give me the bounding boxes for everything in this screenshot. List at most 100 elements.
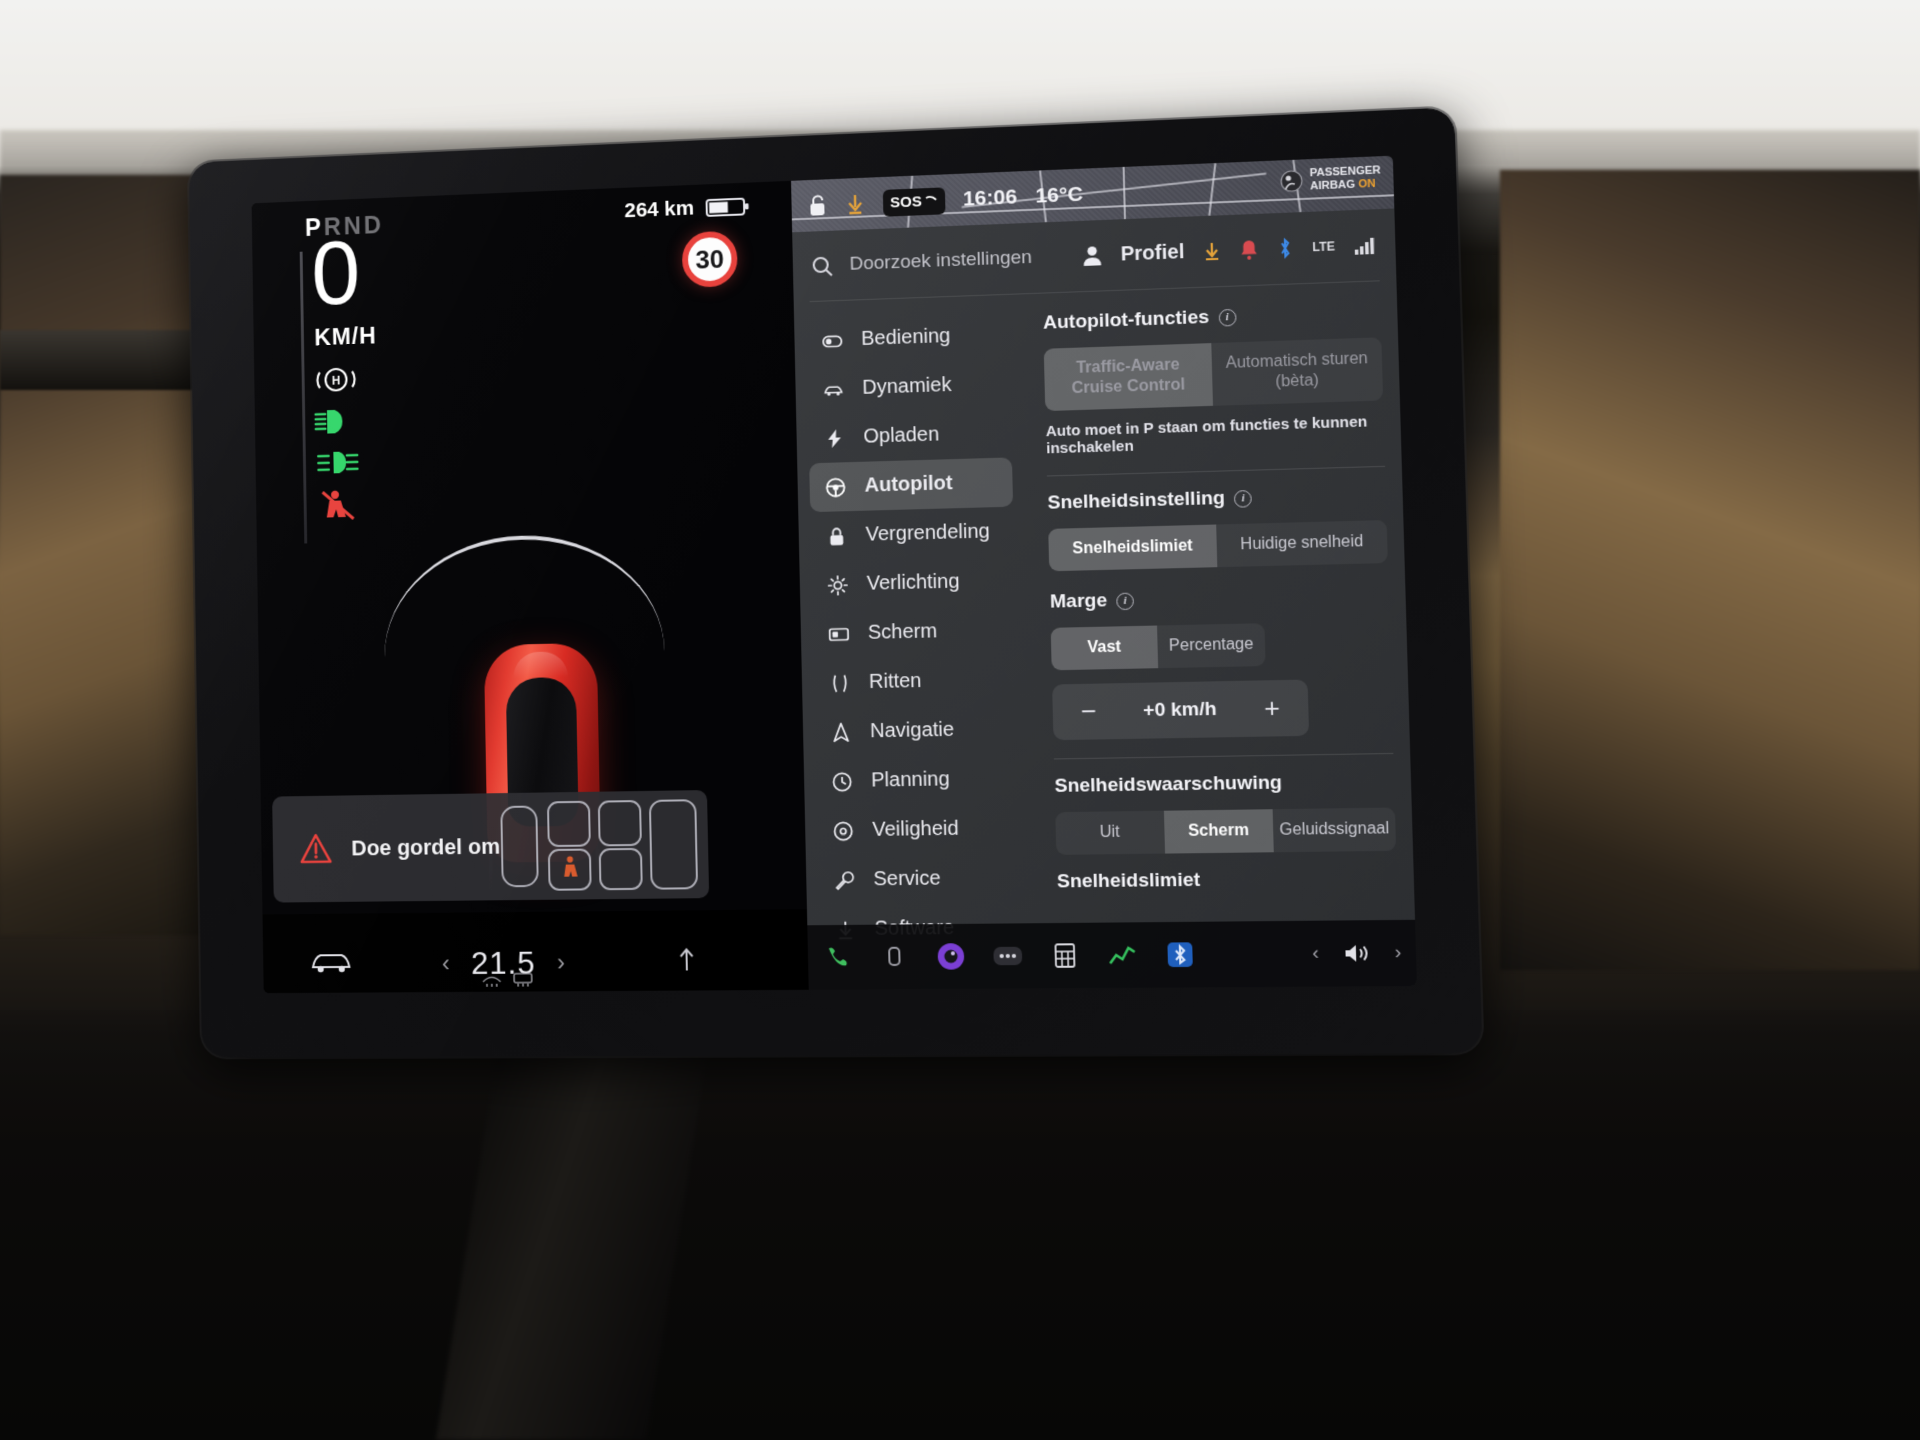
front-defrost-icon[interactable] bbox=[481, 972, 503, 988]
sidebar-item-verlichting[interactable]: Verlichting bbox=[811, 556, 1015, 610]
speed-limit-section-title: Snelheidslimiet bbox=[1057, 867, 1398, 893]
settings-sidebar: Bediening Dynamiek Opladen Autopilot Ver… bbox=[794, 299, 1037, 989]
sidebar-item-label: Autopilot bbox=[864, 472, 953, 497]
speed-limit-title-text: Snelheidslimiet bbox=[1056, 869, 1201, 893]
phone-icon[interactable] bbox=[822, 941, 855, 974]
search-icon[interactable] bbox=[811, 254, 834, 278]
download-arrow-icon[interactable] bbox=[1203, 240, 1222, 263]
unlock-icon[interactable] bbox=[807, 193, 827, 218]
wrench-icon bbox=[832, 868, 857, 892]
margin-stepper[interactable]: − +0 km/h + bbox=[1052, 679, 1310, 741]
bell-icon[interactable] bbox=[1240, 238, 1259, 261]
bluetooth-icon[interactable] bbox=[1163, 938, 1197, 971]
airbag-label-line2: AIRBAG ON bbox=[1309, 177, 1376, 193]
rear-defrost-icon[interactable] bbox=[512, 972, 534, 988]
calculator-icon[interactable] bbox=[1048, 939, 1082, 972]
speed-warning-section-title: Snelheidswaarschuwing bbox=[1054, 770, 1394, 798]
road-horizon-arc bbox=[382, 532, 665, 658]
sidebar-item-veiligheid[interactable]: Veiligheid bbox=[817, 804, 1022, 856]
shield-icon bbox=[831, 819, 856, 843]
volume-prev-button[interactable]: ‹ bbox=[1312, 942, 1319, 965]
center-console bbox=[0, 1010, 1920, 1440]
tesla-touchscreen[interactable]: PRND 0 KM/H H 30 Doe gordel om ‹ 21.5 › … bbox=[251, 155, 1417, 994]
sidebar-item-navigatie[interactable]: Navigatie bbox=[815, 704, 1020, 757]
speed-limit-sign: 30 bbox=[681, 230, 738, 288]
bluetooth-icon[interactable] bbox=[1277, 237, 1294, 260]
car-controls-button[interactable] bbox=[307, 945, 355, 977]
sidebar-item-opladen[interactable]: Opladen bbox=[808, 408, 1012, 463]
speaker-icon[interactable] bbox=[1342, 941, 1372, 966]
margin-segmented[interactable]: Vast Percentage bbox=[1050, 623, 1266, 671]
road-icon bbox=[828, 671, 853, 696]
margin-increase-button[interactable]: + bbox=[1258, 692, 1286, 724]
energy-icon[interactable] bbox=[1106, 939, 1140, 972]
segment-traffic-aware-cruise-control[interactable]: Traffic-Aware Cruise Control bbox=[1043, 343, 1213, 412]
driving-visualization-pane: PRND 0 KM/H H 30 Doe gordel om ‹ 21.5 › bbox=[251, 180, 809, 994]
info-icon[interactable]: i bbox=[1218, 308, 1237, 327]
segment-huidige-snelheid[interactable]: Huidige snelheid bbox=[1216, 520, 1388, 567]
sidebar-item-label: Veiligheid bbox=[872, 817, 959, 841]
sidebar-item-label: Vergrendeling bbox=[865, 520, 991, 546]
defroster-buttons[interactable] bbox=[481, 972, 534, 988]
sidebar-item-bediening[interactable]: Bediening bbox=[806, 310, 1010, 366]
info-icon[interactable]: i bbox=[1234, 489, 1253, 508]
info-icon[interactable]: i bbox=[1116, 592, 1134, 610]
warning-text: Doe gordel om bbox=[351, 833, 501, 861]
more-dots-icon[interactable] bbox=[991, 940, 1024, 973]
sidebar-item-label: Verlichting bbox=[866, 570, 960, 595]
sidebar-item-vergrendeling[interactable]: Vergrendeling bbox=[810, 507, 1014, 561]
range-value: 264 km bbox=[624, 196, 695, 223]
autopilot-title-text: Autopilot-functies bbox=[1042, 306, 1210, 334]
temp-increase-chevron-icon[interactable]: › bbox=[557, 949, 565, 977]
segment-uit[interactable]: Uit bbox=[1055, 811, 1164, 855]
sidebar-item-dynamiek[interactable]: Dynamiek bbox=[807, 359, 1011, 415]
airbag-icon bbox=[1280, 169, 1303, 192]
sidebar-item-autopilot[interactable]: Autopilot bbox=[809, 457, 1014, 513]
autopilot-features-segmented[interactable]: Traffic-Aware Cruise Control Automatisch… bbox=[1043, 337, 1384, 412]
camera-icon[interactable] bbox=[934, 940, 967, 973]
segment-vast[interactable]: Vast bbox=[1050, 625, 1159, 671]
search-input[interactable]: Doorzoek instellingen bbox=[849, 247, 1032, 276]
lte-label: LTE bbox=[1312, 239, 1336, 255]
sidebar-item-scherm[interactable]: Scherm bbox=[812, 605, 1016, 659]
margin-title-text: Marge bbox=[1049, 590, 1108, 613]
sidebar-item-ritten[interactable]: Ritten bbox=[813, 655, 1017, 708]
speed-warning-segmented[interactable]: Uit Scherm Geluidssignaal bbox=[1055, 807, 1397, 855]
volume-control[interactable]: ‹ › bbox=[1312, 941, 1402, 966]
segment-snelheidslimiet[interactable]: Snelheidslimiet bbox=[1048, 524, 1218, 572]
segment-autosteer-beta[interactable]: Automatisch sturen (bèta) bbox=[1211, 337, 1383, 406]
phone-handset-icon bbox=[924, 195, 936, 201]
touchscreen-bezel: PRND 0 KM/H H 30 Doe gordel om ‹ 21.5 › … bbox=[188, 107, 1483, 1058]
person-icon[interactable] bbox=[1082, 244, 1103, 267]
segment-geluidssignaal[interactable]: Geluidssignaal bbox=[1273, 808, 1396, 853]
margin-value: +0 km/h bbox=[1142, 698, 1217, 721]
speed-warning-title-text: Snelheidswaarschuwing bbox=[1054, 772, 1283, 797]
sidebar-item-label: Bediening bbox=[860, 324, 951, 351]
battery-icon bbox=[706, 196, 749, 218]
sun-icon bbox=[826, 573, 851, 598]
steering-wheel-icon bbox=[823, 475, 847, 500]
signal-bars-icon bbox=[1354, 237, 1375, 255]
car-icon bbox=[821, 377, 845, 402]
segment-percentage[interactable]: Percentage bbox=[1157, 623, 1266, 668]
media-icon[interactable] bbox=[878, 941, 911, 974]
sidebar-item-label: Dynamiek bbox=[862, 373, 952, 399]
sidebar-item-planning[interactable]: Planning bbox=[816, 754, 1021, 807]
bottom-control-strip: ‹ 21.5 › bbox=[262, 909, 809, 994]
sos-button[interactable]: SOS bbox=[882, 186, 946, 217]
charge-port-up-icon[interactable] bbox=[676, 946, 696, 972]
airbag-label-block: PASSENGER AIRBAG ON bbox=[1310, 164, 1382, 193]
sidebar-item-label: Scherm bbox=[867, 620, 938, 644]
download-arrow-icon[interactable] bbox=[845, 192, 865, 217]
dashboard-right-wood-trim bbox=[1500, 170, 1920, 970]
volume-next-button[interactable]: › bbox=[1394, 942, 1401, 965]
profile-label[interactable]: Profiel bbox=[1120, 240, 1184, 266]
margin-decrease-button[interactable]: − bbox=[1075, 696, 1102, 728]
temp-decrease-chevron-icon[interactable]: ‹ bbox=[442, 950, 450, 978]
speed-setting-segmented[interactable]: Snelheidslimiet Huidige snelheid bbox=[1048, 520, 1388, 572]
sidebar-item-service[interactable]: Service bbox=[818, 853, 1023, 905]
segment-scherm[interactable]: Scherm bbox=[1163, 809, 1274, 854]
seatbelt-warning-card[interactable]: Doe gordel om bbox=[272, 790, 710, 903]
sidebar-item-label: Navigatie bbox=[869, 718, 955, 743]
section-divider-1 bbox=[1046, 465, 1386, 477]
